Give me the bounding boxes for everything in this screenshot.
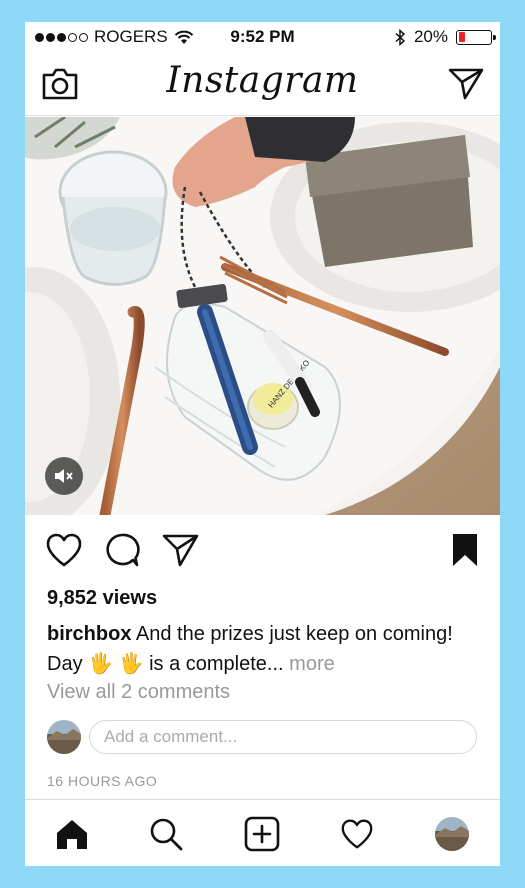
current-user-avatar xyxy=(47,720,81,754)
view-count[interactable]: 9,852 views xyxy=(47,587,157,610)
instagram-logo[interactable]: Instagram xyxy=(25,60,500,101)
bottom-tab-bar xyxy=(25,799,500,866)
battery-percentage: 20% xyxy=(413,27,448,46)
view-all-comments-link[interactable]: View all 2 comments xyxy=(47,681,230,704)
caption-text-end: is a complete... xyxy=(149,653,284,675)
bluetooth-icon xyxy=(395,28,406,46)
instagram-app: ROGERS 9:52 PM 20% Instagram HANZ DE FUK… xyxy=(25,22,500,866)
bookmark-icon[interactable] xyxy=(451,532,479,573)
activity-heart-icon[interactable] xyxy=(339,816,375,852)
app-header: Instagram xyxy=(25,52,500,116)
speaker-muted-icon[interactable] xyxy=(45,457,83,495)
post-image-scene: HANZ DE FUKO xyxy=(25,117,500,515)
battery-level xyxy=(458,32,465,42)
post-video[interactable]: HANZ DE FUKO xyxy=(25,117,500,515)
add-post-icon[interactable] xyxy=(244,816,280,852)
home-icon[interactable] xyxy=(54,816,90,852)
post-caption: birchbox And the prizes just keep on com… xyxy=(47,619,487,679)
direct-send-icon[interactable] xyxy=(448,67,484,106)
caption-emoji: 🖐 🖐 xyxy=(88,653,144,675)
add-comment-input[interactable] xyxy=(89,720,477,754)
device-status: 20% xyxy=(395,27,496,47)
battery-icon xyxy=(456,29,496,45)
post-actions xyxy=(25,530,500,574)
caption-username[interactable]: birchbox xyxy=(47,623,131,645)
status-bar: ROGERS 9:52 PM 20% xyxy=(25,22,500,50)
post-timestamp: 16 HOURS AGO xyxy=(47,773,158,789)
profile-avatar[interactable] xyxy=(434,816,470,852)
share-icon[interactable] xyxy=(162,532,200,573)
comment-icon[interactable] xyxy=(104,532,140,573)
search-icon[interactable] xyxy=(148,816,184,852)
heart-icon[interactable] xyxy=(45,532,83,573)
profile-avatar-image xyxy=(435,817,469,851)
caption-more-link[interactable]: more xyxy=(289,653,335,675)
